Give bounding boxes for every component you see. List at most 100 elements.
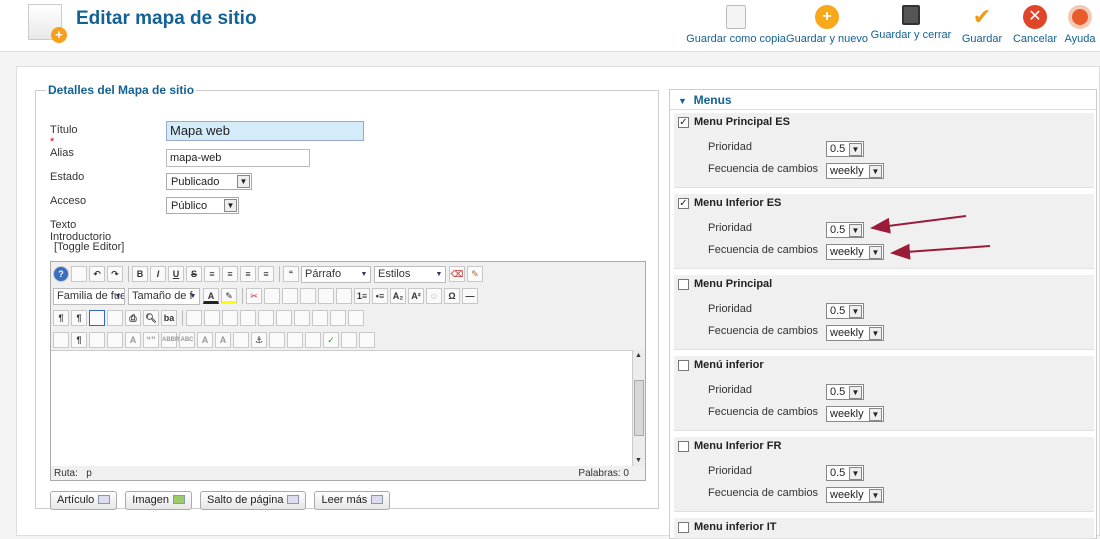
template-icon[interactable] [89,332,105,348]
save-as-copy-button[interactable]: Guardar como copia [686,0,786,52]
anchor-icon[interactable]: ⚓ [251,332,267,348]
menu-checkbox[interactable] [678,522,689,533]
text-color-icon[interactable]: A [203,288,219,304]
fullscreen-icon[interactable] [89,310,105,326]
copy-icon[interactable] [264,288,280,304]
link-icon[interactable] [287,332,303,348]
frequency-select[interactable]: weekly ▼ [826,487,884,503]
spellcheck-icon[interactable]: ✓ [323,332,339,348]
scrollbar-thumb[interactable] [634,380,644,436]
ltr-icon[interactable]: ¶ [53,310,69,326]
cite-icon[interactable]: “” [143,332,159,348]
merge-cells-icon[interactable] [348,310,364,326]
align-center-icon[interactable]: ≡ [222,266,238,282]
layer-icon[interactable] [341,332,357,348]
horizontal-rule-icon[interactable]: — [462,288,478,304]
priority-select[interactable]: 0.5 ▼ [826,465,864,481]
redo-icon[interactable]: ↷ [107,266,123,282]
alias-input[interactable]: mapa-web [166,149,310,167]
menu-checkbox[interactable] [678,441,689,452]
ins-icon[interactable]: A [197,332,213,348]
preview-icon[interactable] [107,310,123,326]
frequency-select[interactable]: weekly ▼ [826,325,884,341]
state-select[interactable]: Publicado ▼ [166,173,252,190]
toggle-editor-link[interactable]: [Toggle Editor] [54,241,124,253]
highlight-color-icon[interactable]: ✎ [221,288,237,304]
find-icon[interactable]: 🔍︎ [143,310,159,326]
print-icon[interactable]: ⎙ [125,310,141,326]
del-icon[interactable]: ABC [179,332,195,348]
priority-select[interactable]: 0.5 ▼ [826,141,864,157]
insert-article-button[interactable]: Artículo [50,491,118,510]
menu-checkbox[interactable]: ✓ [678,198,689,209]
bold-icon[interactable]: B [132,266,148,282]
strikethrough-icon[interactable]: S [186,266,202,282]
visual-aid-icon[interactable] [53,332,69,348]
styles-select[interactable]: Estilos ▼ [374,265,446,283]
priority-select[interactable]: 0.5 ▼ [826,384,864,400]
paste-icon[interactable] [282,288,298,304]
align-right-icon[interactable]: ≡ [240,266,256,282]
save-and-close-button[interactable]: Guardar y cerrar [868,0,954,52]
save-button[interactable]: ✔ Guardar [954,0,1010,52]
row-before-icon[interactable] [222,310,238,326]
col-before-icon[interactable] [276,310,292,326]
priority-select[interactable]: 0.5 ▼ [826,222,864,238]
help-button[interactable]: Ayuda [1060,0,1100,52]
italic-icon[interactable]: I [150,266,166,282]
save-and-new-button[interactable]: + Guardar y nuevo [786,0,868,52]
frequency-select[interactable]: weekly ▼ [826,406,884,422]
format-select[interactable]: Párrafo ▼ [301,265,371,283]
path-value[interactable]: p [86,468,92,479]
code-icon[interactable] [359,332,375,348]
cancel-button[interactable]: ✕ Cancelar [1010,0,1060,52]
undo-icon[interactable]: ↶ [89,266,105,282]
underline-icon[interactable]: U [168,266,184,282]
acronym-icon[interactable]: ABBR [161,332,179,348]
font-family-select[interactable]: Familia de fue ▼ [53,287,125,305]
delete-col-icon[interactable] [312,310,328,326]
blockquote-icon[interactable]: “ [283,266,299,282]
menu-checkbox[interactable]: ✓ [678,117,689,128]
cut-icon[interactable]: ✂ [246,288,262,304]
title-input[interactable]: Mapa web [166,121,364,141]
col-after-icon[interactable] [294,310,310,326]
abbr-icon[interactable]: A [125,332,141,348]
media-icon[interactable] [305,332,321,348]
menu-checkbox[interactable] [678,279,689,290]
insert-pagebreak-button[interactable]: Salto de página [200,491,307,510]
unordered-list-icon[interactable]: •≡ [372,288,388,304]
frequency-select[interactable]: weekly ▼ [826,244,884,260]
menus-panel-header[interactable]: ▼ Menus [670,90,1096,110]
insert-readmore-button[interactable]: Leer más [314,491,391,510]
show-blocks-icon[interactable]: ¶ [71,332,87,348]
eraser-icon[interactable]: ⌫ [449,266,465,282]
attributes-icon[interactable]: A [215,332,231,348]
table-insert-icon[interactable] [186,310,202,326]
omega-icon[interactable]: Ω [444,288,460,304]
paste-text-icon[interactable] [300,288,316,304]
editor-scrollbar[interactable]: ▲ ▼ [632,350,645,466]
row-after-icon[interactable] [240,310,256,326]
menu-checkbox[interactable] [678,360,689,371]
access-select[interactable]: Público ▼ [166,197,239,214]
superscript-icon[interactable]: A² [408,288,424,304]
new-document-icon[interactable] [71,266,87,282]
editor-content-area[interactable] [51,350,633,466]
split-cells-icon[interactable] [330,310,346,326]
cleanup-brush-icon[interactable]: ✎ [467,266,483,282]
select-all-icon[interactable] [336,288,352,304]
delete-row-icon[interactable] [258,310,274,326]
align-justify-icon[interactable]: ≡ [258,266,274,282]
rtl-icon[interactable]: ¶ [71,310,87,326]
paste-word-icon[interactable] [318,288,334,304]
emoticon-icon[interactable]: ☺ [426,288,442,304]
insert-image-button[interactable]: Imagen [125,491,192,510]
subscript-icon[interactable]: A₂ [390,288,406,304]
ordered-list-icon[interactable]: 1≡ [354,288,370,304]
priority-select[interactable]: 0.5 ▼ [826,303,864,319]
table-props-icon[interactable] [204,310,220,326]
replace-icon[interactable]: ba [161,310,177,326]
unlink-icon[interactable] [269,332,285,348]
frequency-select[interactable]: weekly ▼ [826,163,884,179]
